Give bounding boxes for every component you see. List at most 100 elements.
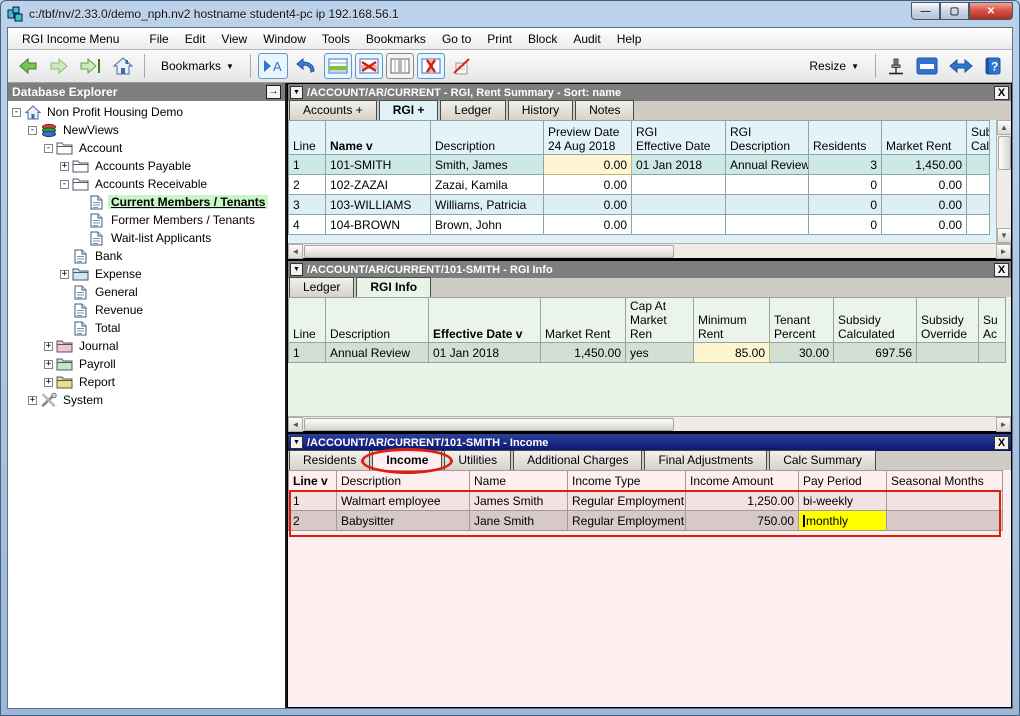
scroll-right-icon[interactable]: ► <box>996 244 1011 259</box>
tree-item-account[interactable]: -Account <box>8 139 285 157</box>
tab-history[interactable]: History <box>508 100 573 120</box>
explorer-collapse-icon[interactable]: → <box>266 85 281 99</box>
horizontal-scrollbar[interactable]: ◄ ► <box>288 243 1011 258</box>
column-header-description[interactable]: Description <box>431 121 544 155</box>
column-header-subsidy-override[interactable]: Subsidy Override <box>917 298 979 343</box>
expand-icon[interactable]: + <box>60 270 69 279</box>
cell[interactable]: Jane Smith <box>470 511 568 531</box>
cell[interactable]: monthly <box>799 511 887 531</box>
fit-width-icon[interactable] <box>945 53 977 79</box>
cell[interactable] <box>726 195 809 215</box>
menu-item-print[interactable]: Print <box>479 30 520 48</box>
tab-additional-charges[interactable]: Additional Charges <box>513 450 642 470</box>
cell[interactable]: 1,450.00 <box>882 155 967 175</box>
tree-item-label[interactable]: Accounts Receivable <box>92 177 210 191</box>
cell[interactable]: 85.00 <box>694 343 770 363</box>
scrollbar-thumb[interactable] <box>998 136 1011 170</box>
undo-icon[interactable] <box>291 53 321 79</box>
menu-item-tools[interactable]: Tools <box>314 30 358 48</box>
tree-item-label[interactable]: Wait-list Applicants <box>108 231 214 245</box>
cell[interactable]: Zazai, Kamila <box>431 175 544 195</box>
tab-ledger[interactable]: Ledger <box>440 100 505 120</box>
menu-item-window[interactable]: Window <box>255 30 314 48</box>
tree-item-accounts-receivable[interactable]: - Accounts Receivable <box>8 175 285 193</box>
cell[interactable]: Walmart employee <box>337 491 470 511</box>
cell[interactable]: 1,250.00 <box>686 491 799 511</box>
tree-item-former-members-tenants[interactable]: Former Members / Tenants <box>8 211 285 229</box>
cell[interactable]: 0.00 <box>882 195 967 215</box>
cell[interactable] <box>726 215 809 235</box>
tree-item-report[interactable]: + Report <box>8 373 285 391</box>
column-header-cap-at-market-ren[interactable]: Cap At Market Ren <box>626 298 694 343</box>
cell[interactable]: bi-weekly <box>799 491 887 511</box>
column-header-preview-date-24-aug-2018[interactable]: Preview Date 24 Aug 2018 <box>544 121 632 155</box>
scroll-right-icon[interactable]: ► <box>996 417 1011 432</box>
cell[interactable] <box>967 215 990 235</box>
table-row[interactable]: 1101-SMITHSmith, James0.0001 Jan 2018Ann… <box>289 155 990 175</box>
cell[interactable] <box>632 175 726 195</box>
column-header-name-v[interactable]: Name v <box>326 121 431 155</box>
cell[interactable]: 1 <box>289 491 337 511</box>
insert-column-icon[interactable] <box>386 53 414 79</box>
cell[interactable]: yes <box>626 343 694 363</box>
tab-ledger[interactable]: Ledger <box>289 277 354 297</box>
scroll-left-icon[interactable]: ◄ <box>288 417 303 432</box>
cell[interactable]: 3 <box>289 195 326 215</box>
tree-item-label[interactable]: Expense <box>92 267 145 281</box>
tree-item-journal[interactable]: +Journal <box>8 337 285 355</box>
resize-dropdown[interactable]: Resize ▼ <box>800 55 868 77</box>
tree-item-label[interactable]: Report <box>76 375 118 389</box>
cell[interactable]: 0.00 <box>544 215 632 235</box>
tree-item-label[interactable]: Former Members / Tenants <box>108 213 258 227</box>
panel-menu-icon[interactable]: ▼ <box>290 86 303 99</box>
column-header-minimum-rent[interactable]: Minimum Rent <box>694 298 770 343</box>
cell[interactable]: 0.00 <box>544 175 632 195</box>
close-icon[interactable]: X <box>994 263 1009 277</box>
menu-item-bookmarks[interactable]: Bookmarks <box>358 30 434 48</box>
cell[interactable]: Smith, James <box>431 155 544 175</box>
column-header-market-rent[interactable]: Market Rent <box>541 298 626 343</box>
scroll-left-icon[interactable]: ◄ <box>288 244 303 259</box>
scroll-up-icon[interactable]: ▲ <box>997 120 1012 135</box>
tree-item-label[interactable]: NewViews <box>60 123 122 137</box>
column-header-description[interactable]: Description <box>326 298 429 343</box>
expand-icon[interactable]: + <box>44 378 53 387</box>
tree-item-label[interactable]: System <box>60 393 106 407</box>
scroll-down-icon[interactable]: ▼ <box>997 228 1012 243</box>
delete-column-icon[interactable] <box>417 53 445 79</box>
pin-icon[interactable] <box>883 53 909 79</box>
close-icon[interactable]: X <box>994 86 1009 100</box>
cell[interactable]: James Smith <box>470 491 568 511</box>
cell[interactable]: Regular Employment <box>568 511 686 531</box>
cell[interactable]: 3 <box>809 155 882 175</box>
column-header-residents[interactable]: Residents <box>809 121 882 155</box>
column-header-description[interactable]: Description <box>337 471 470 491</box>
cell[interactable]: 750.00 <box>686 511 799 531</box>
table-row[interactable]: 1Walmart employeeJames SmithRegular Empl… <box>289 491 1003 511</box>
cell[interactable]: 0.00 <box>882 215 967 235</box>
collapse-icon[interactable]: - <box>60 180 69 189</box>
cell[interactable]: Brown, John <box>431 215 544 235</box>
column-header-sub-cal[interactable]: Sub Cal <box>967 121 990 155</box>
cell[interactable]: 30.00 <box>770 343 834 363</box>
tree-item-system[interactable]: +System <box>8 391 285 409</box>
cell[interactable]: 1,450.00 <box>541 343 626 363</box>
tree-item-expense[interactable]: + Expense <box>8 265 285 283</box>
tab-calc-summary[interactable]: Calc Summary <box>769 450 876 470</box>
tree-item-non-profit-housing-demo[interactable]: -Non Profit Housing Demo <box>8 103 285 121</box>
cell[interactable]: 01 Jan 2018 <box>429 343 541 363</box>
cell[interactable]: Annual Review <box>726 155 809 175</box>
column-header-tenant-percent[interactable]: Tenant Percent <box>770 298 834 343</box>
scrollbar-thumb[interactable] <box>304 245 674 258</box>
tree-item-bank[interactable]: Bank <box>8 247 285 265</box>
menu-item-rgi-income-menu[interactable]: RGI Income Menu <box>14 30 127 48</box>
column-header-subsidy-calculated[interactable]: Subsidy Calculated <box>834 298 917 343</box>
column-header-income-type[interactable]: Income Type <box>568 471 686 491</box>
table-row[interactable]: 2102-ZAZAIZazai, Kamila0.0000.00 <box>289 175 990 195</box>
tree-item-accounts-payable[interactable]: +Accounts Payable <box>8 157 285 175</box>
cell[interactable]: Babysitter <box>337 511 470 531</box>
cell[interactable]: 0 <box>809 175 882 195</box>
menu-item-view[interactable]: View <box>213 30 255 48</box>
table-row[interactable]: 1Annual Review01 Jan 20181,450.00yes85.0… <box>289 343 1006 363</box>
tree-item-label[interactable]: Current Members / Tenants <box>108 195 268 209</box>
